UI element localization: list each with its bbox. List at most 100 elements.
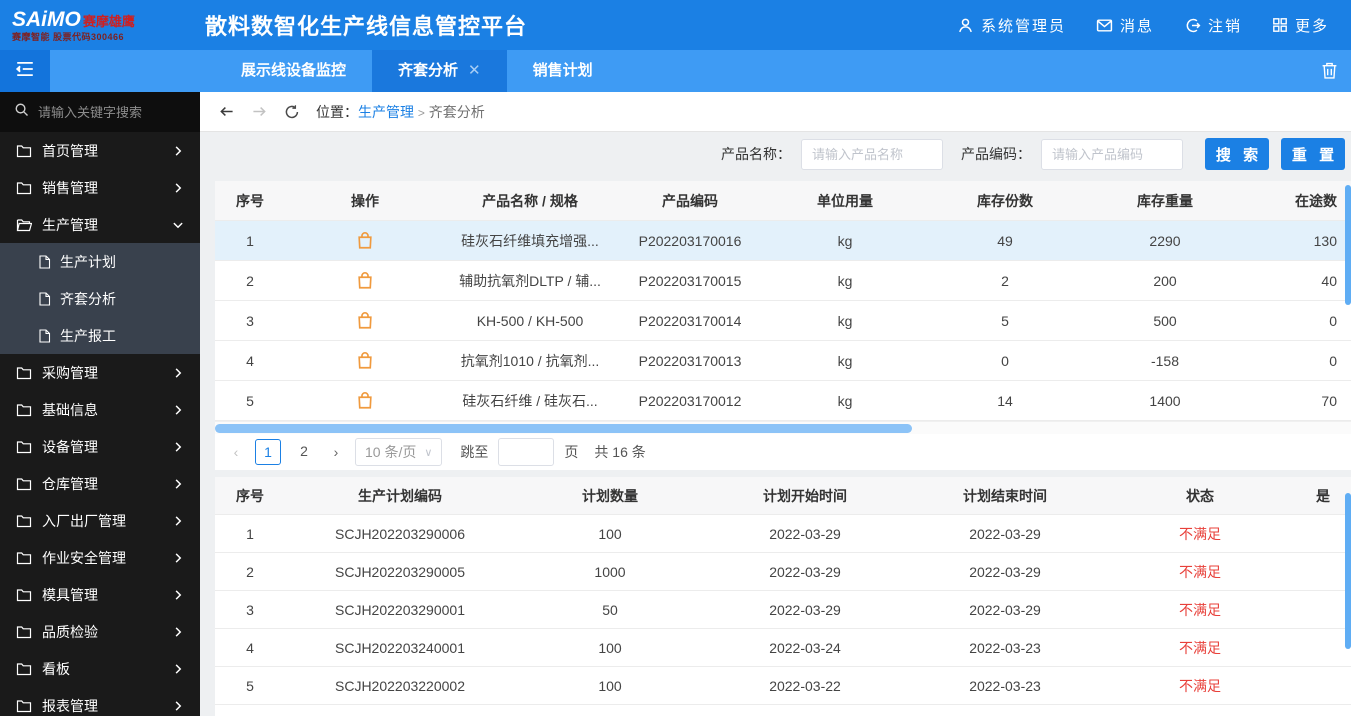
sidebar-subitem-齐套分析[interactable]: 齐套分析 <box>0 280 200 317</box>
product-code-label: 产品编码： <box>961 146 1031 162</box>
refresh-icon[interactable] <box>284 104 300 120</box>
table-row[interactable]: 1 SCJH202203290006 100 2022-03-29 2022-03-29… <box>215 515 1351 553</box>
table-cell: kg <box>837 312 853 329</box>
table-row[interactable]: 3 KH-500 / KH-500 P202203170014 kg 5 500 0 <box>215 301 1351 341</box>
sidebar-subitem-生产报工[interactable]: 生产报工 <box>0 317 200 354</box>
user-menu[interactable]: 系统管理员 <box>957 15 1066 36</box>
table-row[interactable]: 4 抗氧剂1010 / 抗氧剂... P202203170013 kg 0 -158 0 <box>215 341 1351 381</box>
folder-icon <box>16 477 32 491</box>
sidebar-subitem-生产计划[interactable]: 生产计划 <box>0 243 200 280</box>
brand-subtitle: 赛摩智能 股票代码300466 <box>12 31 125 42</box>
sidebar-item-首页管理[interactable]: 首页管理 <box>0 132 200 169</box>
status-badge: 不满足 <box>1179 677 1221 694</box>
sidebar-item-报表管理[interactable]: 报表管理 <box>0 687 200 716</box>
page-size-value: 10 条/页 <box>365 444 417 460</box>
table-row[interactable]: 2 SCJH202203290005 1000 2022-03-29 2022-03-2… <box>215 553 1351 591</box>
more-button[interactable]: 更多 <box>1272 15 1329 36</box>
bag-action-icon[interactable] <box>356 391 374 410</box>
table-row[interactable]: 5 SCJH202203220002 100 2022-03-22 2022-03-23… <box>215 667 1351 705</box>
column-header: 生产计划编码 <box>358 487 442 504</box>
bag-action-icon[interactable] <box>356 351 374 370</box>
more-label: 更多 <box>1294 17 1329 35</box>
sidebar-subitem-label: 生产计划 <box>60 253 116 270</box>
bag-action-icon[interactable] <box>356 231 374 250</box>
sidebar-item-入厂出厂管理[interactable]: 入厂出厂管理 <box>0 502 200 539</box>
sidebar-item-仓库管理[interactable]: 仓库管理 <box>0 465 200 502</box>
sidebar-item-采购管理[interactable]: 采购管理 <box>0 354 200 391</box>
logout-button[interactable]: 注销 <box>1184 15 1242 36</box>
page-number-2[interactable]: 2 <box>291 439 317 465</box>
top-header: SAiMO 赛摩雄鹰 赛摩智能 股票代码300466 散料数智化生产线信息管控平… <box>0 0 1351 50</box>
sidebar-item-生产管理[interactable]: 生产管理 <box>0 206 200 243</box>
tab-展示线设备监控[interactable]: 展示线设备监控 <box>215 50 372 92</box>
jump-page-input[interactable] <box>498 438 555 466</box>
table-cell: 100 <box>598 677 622 694</box>
chevron-right-icon <box>172 700 184 712</box>
column-header: 产品编码 <box>662 192 718 209</box>
table-row[interactable]: 3 SCJH202203290001 50 2022-03-29 2022-03-29 不… <box>215 591 1351 629</box>
products-table-horizontal-scrollbar[interactable] <box>215 424 912 433</box>
table-cell: 2022-03-23 <box>969 639 1041 656</box>
sidebar-item-设备管理[interactable]: 设备管理 <box>0 428 200 465</box>
tab-销售计划[interactable]: 销售计划 <box>507 50 619 92</box>
column-header: 状态 <box>1186 487 1214 504</box>
breadcrumb-location-label: 位置： <box>316 103 358 120</box>
sidebar-item-销售管理[interactable]: 销售管理 <box>0 169 200 206</box>
next-page-button[interactable]: › <box>327 444 345 460</box>
bag-action-icon[interactable] <box>356 271 374 290</box>
close-icon[interactable]: ✕ <box>468 50 481 92</box>
reset-button[interactable]: 重 置 <box>1281 138 1345 170</box>
sidebar-menu: 首页管理销售管理生产管理生产计划齐套分析生产报工 采购管理 基础信息设备管理仓库管理… <box>0 132 200 716</box>
search-button[interactable]: 搜 索 <box>1205 138 1269 170</box>
table-cell: 100 <box>598 525 622 542</box>
sidebar-item-label: 生产管理 <box>42 216 98 233</box>
products-table: 序号 操作 产品名称 / 规格 产品编码 单位用量 库存份数 库存重量 在途数 1 硅灰石纤维填… <box>215 181 1351 434</box>
sidebar-item-基础信息[interactable]: 基础信息 <box>0 391 200 428</box>
table-cell: 2022-03-29 <box>969 563 1041 580</box>
sidebar-item-label: 首页管理 <box>42 142 98 159</box>
sidebar-item-模具管理[interactable]: 模具管理 <box>0 576 200 613</box>
table-cell: 硅灰石纤维 / 硅灰石... <box>462 392 598 409</box>
forward-icon[interactable] <box>251 104 268 119</box>
table-cell: 2022-03-29 <box>769 563 841 580</box>
action-cell <box>285 231 445 250</box>
breadcrumb-parent-link[interactable]: 生产管理 <box>358 104 414 120</box>
sidebar-subitem-label: 齐套分析 <box>60 290 116 307</box>
table-row[interactable]: 4 SCJH202203240001 100 2022-03-24 2022-03-23… <box>215 629 1351 667</box>
page-size-select[interactable]: 10 条/页 ∨ <box>355 438 443 466</box>
product-name-input[interactable] <box>801 138 943 170</box>
action-cell <box>285 271 445 290</box>
user-icon <box>957 17 974 34</box>
back-icon[interactable] <box>218 104 235 119</box>
products-table-vertical-scrollbar[interactable] <box>1345 185 1351 305</box>
table-cell: 40 <box>1321 272 1337 289</box>
file-icon <box>38 254 51 269</box>
page-number-1[interactable]: 1 <box>255 439 281 465</box>
table-row[interactable]: 1 硅灰石纤维填充增强... P202203170016 kg 49 2290 130 <box>215 221 1351 261</box>
table-cell: kg <box>837 392 853 409</box>
grid-icon <box>1272 17 1288 33</box>
table-row[interactable]: 2 辅助抗氧剂DLTP / 辅... P202203170015 kg 2 200 40 <box>215 261 1351 301</box>
prev-page-button[interactable]: ‹ <box>227 444 245 460</box>
tab-齐套分析[interactable]: 齐套分析 ✕ <box>372 50 507 92</box>
plans-table-vertical-scrollbar[interactable] <box>1345 493 1351 649</box>
sidebar-item-作业安全管理[interactable]: 作业安全管理 <box>0 539 200 576</box>
table-row[interactable]: 5 硅灰石纤维 / 硅灰石... P202203170012 kg 14 1400 70 <box>215 381 1351 421</box>
table-cell: P202203170013 <box>638 352 742 369</box>
product-code-input[interactable] <box>1041 138 1183 170</box>
close-all-tabs-button[interactable] <box>1321 61 1338 85</box>
sidebar-collapse-button[interactable] <box>0 50 50 92</box>
sidebar-search[interactable] <box>0 92 200 132</box>
folder-icon <box>16 588 32 602</box>
sidebar-item-品质检验[interactable]: 品质检验 <box>0 613 200 650</box>
status-badge: 不满足 <box>1179 601 1221 618</box>
table-cell: 50 <box>602 601 618 618</box>
tab-label: 销售计划 <box>532 62 593 79</box>
sidebar-item-看板[interactable]: 看板 <box>0 650 200 687</box>
table-cell: SCJH202203290006 <box>335 525 465 542</box>
messages-button[interactable]: 消息 <box>1096 15 1154 36</box>
sidebar-item-label: 设备管理 <box>42 438 98 455</box>
sidebar-search-input[interactable] <box>38 104 188 120</box>
bag-action-icon[interactable] <box>356 311 374 330</box>
action-cell <box>285 311 445 330</box>
